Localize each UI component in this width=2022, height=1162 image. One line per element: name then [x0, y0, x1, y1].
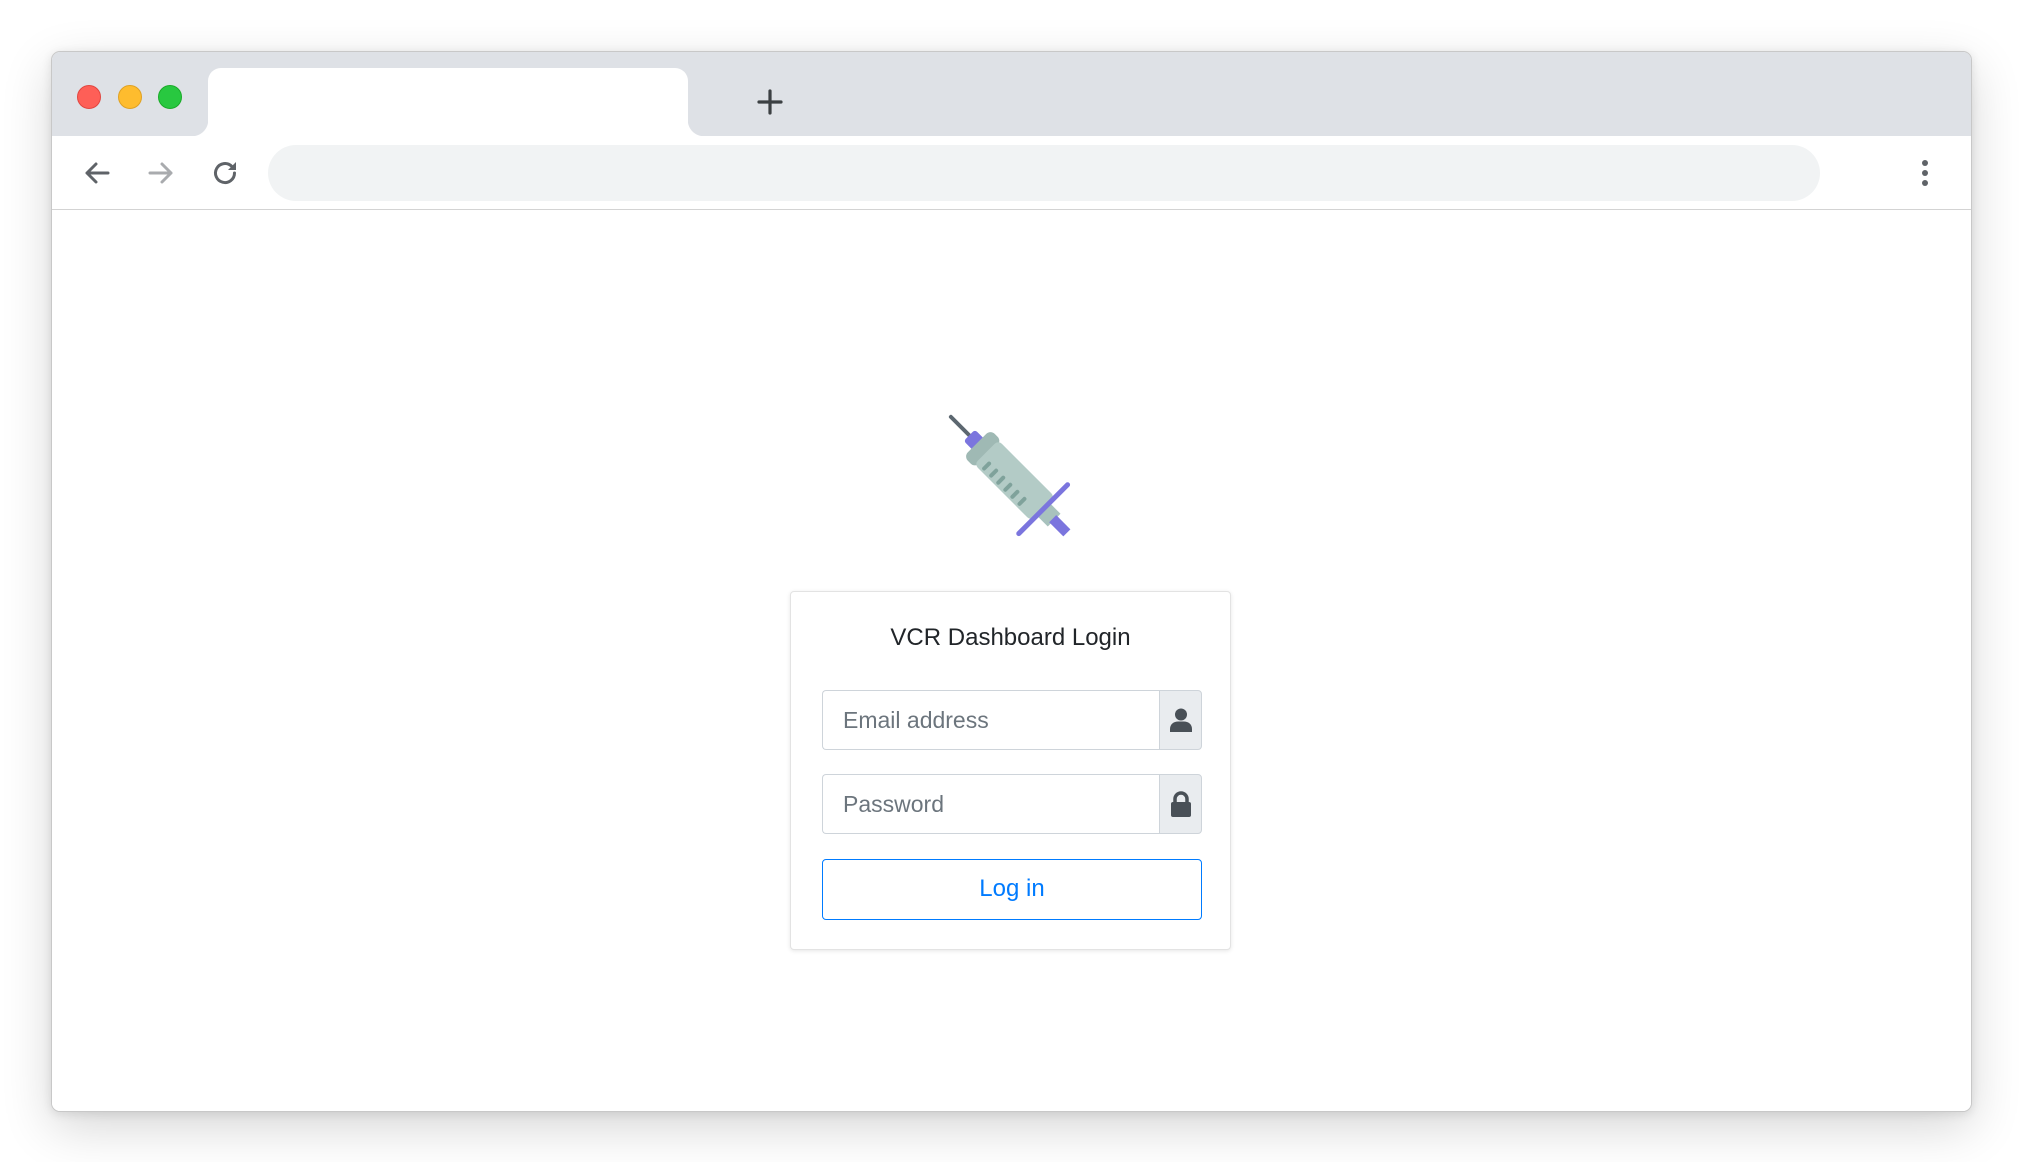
login-title: VCR Dashboard Login [890, 624, 1131, 651]
arrow-left-icon [85, 162, 110, 184]
arrow-right-icon [148, 162, 173, 184]
reload-button[interactable] [205, 153, 245, 193]
new-tab-button[interactable] [752, 84, 788, 120]
browser-window: VCR Dashboard Login Email address Log in [51, 51, 1972, 1112]
kebab-menu-icon [1922, 160, 1928, 186]
plus-icon [757, 89, 783, 115]
maximize-window-button[interactable] [158, 85, 182, 109]
user-icon [1169, 708, 1192, 732]
page-content: VCR Dashboard Login Email address Log in [52, 210, 1971, 1111]
email-input-group [822, 690, 1202, 750]
email-addon [1159, 690, 1202, 750]
syringe-icon [948, 414, 1071, 537]
password-input-group [822, 774, 1202, 834]
login-button[interactable]: Log in [822, 859, 1202, 920]
email-input[interactable] [822, 690, 1159, 750]
close-window-button[interactable] [77, 85, 101, 109]
minimize-window-button[interactable] [118, 85, 142, 109]
lock-icon [1170, 791, 1191, 817]
reload-icon [214, 162, 237, 185]
password-input[interactable] [822, 774, 1159, 834]
address-bar[interactable] [268, 145, 1820, 201]
browser-menu-button[interactable] [1905, 153, 1945, 193]
password-addon [1159, 774, 1202, 834]
back-button[interactable] [77, 153, 117, 193]
forward-button[interactable] [141, 153, 181, 193]
browser-toolbar [52, 136, 1971, 210]
login-card: VCR Dashboard Login Email address Log in [790, 591, 1231, 950]
tab-bar [52, 52, 1971, 136]
active-tab[interactable] [192, 68, 704, 136]
